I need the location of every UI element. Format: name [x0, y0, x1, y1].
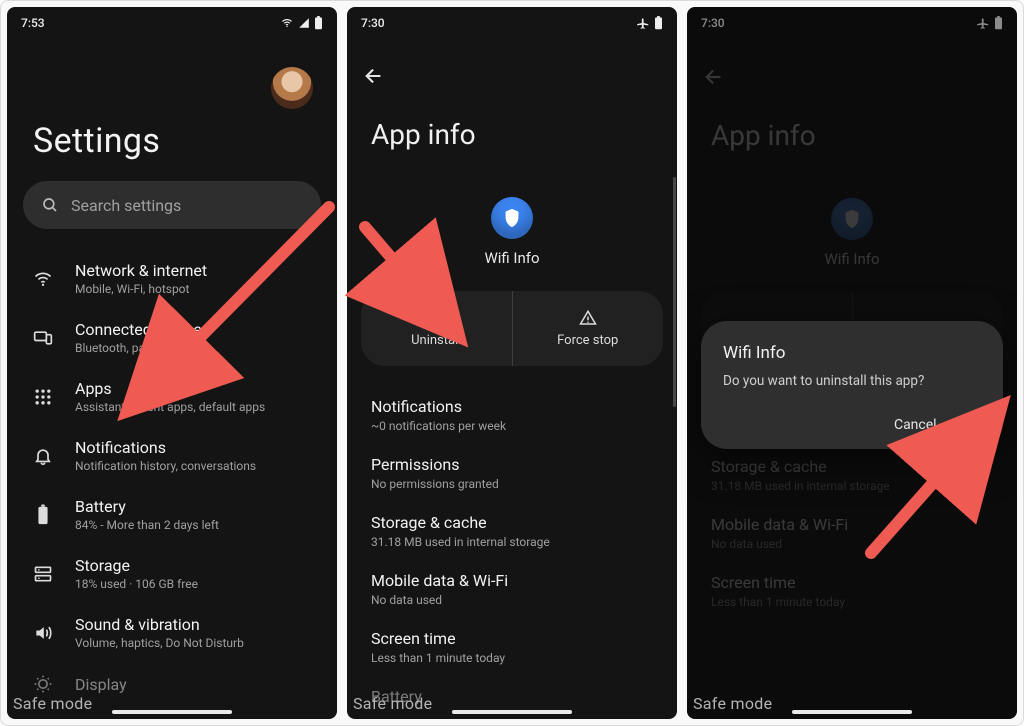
clock: 7:30 [361, 16, 385, 30]
safe-mode-badge: Safe mode [693, 694, 772, 713]
status-bar: 7:30 [347, 7, 677, 38]
wifi-icon [280, 17, 294, 29]
scroll-indicator [673, 177, 676, 407]
settings-list: Network & internet Mobile, Wi-Fi, hotspo… [7, 247, 337, 706]
dialog-cancel-button[interactable]: Cancel [894, 417, 937, 433]
profile-avatar[interactable] [271, 67, 313, 109]
item-title: Network & internet [75, 261, 207, 280]
item-title: Connected devices [75, 320, 210, 339]
detail-storage[interactable]: Storage & cache 31.18 MB used in interna… [347, 502, 677, 560]
signal-icon [298, 17, 310, 29]
battery-icon [314, 16, 323, 30]
home-indicator[interactable] [792, 710, 912, 714]
item-sub: Bluetooth, pairing [75, 341, 210, 355]
item-title: Storage [75, 556, 198, 575]
apps-icon [29, 387, 57, 407]
display-icon [29, 674, 57, 694]
force-stop-label: Force stop [557, 333, 618, 348]
page-title: Settings [7, 109, 337, 171]
settings-item-battery[interactable]: Battery 84% - More than 2 days left [7, 485, 337, 544]
trash-icon [427, 309, 445, 327]
search-placeholder: Search settings [71, 196, 181, 215]
settings-item-connected-devices[interactable]: Connected devices Bluetooth, pairing [7, 308, 337, 367]
warning-icon [579, 309, 597, 327]
detail-notifications[interactable]: Notifications ~0 notifications per week [347, 386, 677, 444]
item-title: Display [75, 675, 127, 694]
uninstall-dialog: Wifi Info Do you want to uninstall this … [701, 321, 1003, 449]
battery-icon [654, 16, 663, 30]
item-title: Battery [75, 497, 219, 516]
phone-uninstall-dialog: 7:30 App info Wifi Info [687, 7, 1017, 719]
action-buttons: Uninstall Force stop [361, 291, 663, 366]
dialog-message: Do you want to uninstall this app? [723, 373, 981, 389]
item-sub: 84% - More than 2 days left [75, 518, 219, 532]
safe-mode-badge: Safe mode [353, 694, 432, 713]
clock: 7:53 [21, 16, 45, 30]
item-sub: Assistant, recent apps, default apps [75, 400, 265, 414]
dialog-title: Wifi Info [723, 343, 981, 363]
item-title: Notifications [75, 438, 256, 457]
battery-icon [29, 504, 57, 526]
uninstall-label: Uninstall [411, 333, 461, 348]
page-title: App info [347, 92, 677, 165]
phone-settings: 7:53 Settings Search settings Network & [7, 7, 337, 719]
item-sub: Volume, haptics, Do Not Disturb [75, 636, 244, 650]
home-indicator[interactable] [112, 710, 232, 714]
bell-icon [29, 446, 57, 466]
devices-icon [29, 328, 57, 348]
dialog-ok-button[interactable]: OK [963, 417, 981, 433]
wifi-icon [29, 269, 57, 289]
item-sub: 18% used · 106 GB free [75, 577, 198, 591]
settings-item-apps[interactable]: Apps Assistant, recent apps, default app… [7, 367, 337, 426]
app-header: Wifi Info [347, 165, 677, 287]
settings-item-notifications[interactable]: Notifications Notification history, conv… [7, 426, 337, 485]
search-icon [41, 196, 59, 214]
item-title: Sound & vibration [75, 615, 244, 634]
airplane-icon [636, 16, 650, 30]
detail-mobile-data[interactable]: Mobile data & Wi-Fi No data used [347, 560, 677, 618]
settings-item-network[interactable]: Network & internet Mobile, Wi-Fi, hotspo… [7, 249, 337, 308]
status-icons [636, 16, 663, 30]
detail-permissions[interactable]: Permissions No permissions granted [347, 444, 677, 502]
storage-icon [29, 564, 57, 584]
app-icon [491, 197, 533, 239]
phone-app-info: 7:30 App info Wifi Info Uninstall [347, 7, 677, 719]
item-title: Apps [75, 379, 265, 398]
safe-mode-badge: Safe mode [13, 694, 92, 713]
back-button[interactable] [363, 60, 395, 92]
settings-item-storage[interactable]: Storage 18% used · 106 GB free [7, 544, 337, 603]
back-arrow-icon [363, 65, 385, 87]
sound-icon [29, 623, 57, 643]
settings-item-sound[interactable]: Sound & vibration Volume, haptics, Do No… [7, 603, 337, 662]
status-icons [280, 16, 323, 30]
search-input[interactable]: Search settings [23, 181, 321, 229]
status-bar: 7:53 [7, 7, 337, 39]
uninstall-button[interactable]: Uninstall [361, 291, 512, 366]
detail-screen-time[interactable]: Screen time Less than 1 minute today [347, 618, 677, 676]
home-indicator[interactable] [452, 710, 572, 714]
force-stop-button[interactable]: Force stop [512, 291, 664, 366]
item-sub: Mobile, Wi-Fi, hotspot [75, 282, 207, 296]
app-name: Wifi Info [484, 249, 539, 267]
app-detail-list: Notifications ~0 notifications per week … [347, 384, 677, 719]
item-sub: Notification history, conversations [75, 459, 256, 473]
shield-icon [501, 207, 523, 229]
